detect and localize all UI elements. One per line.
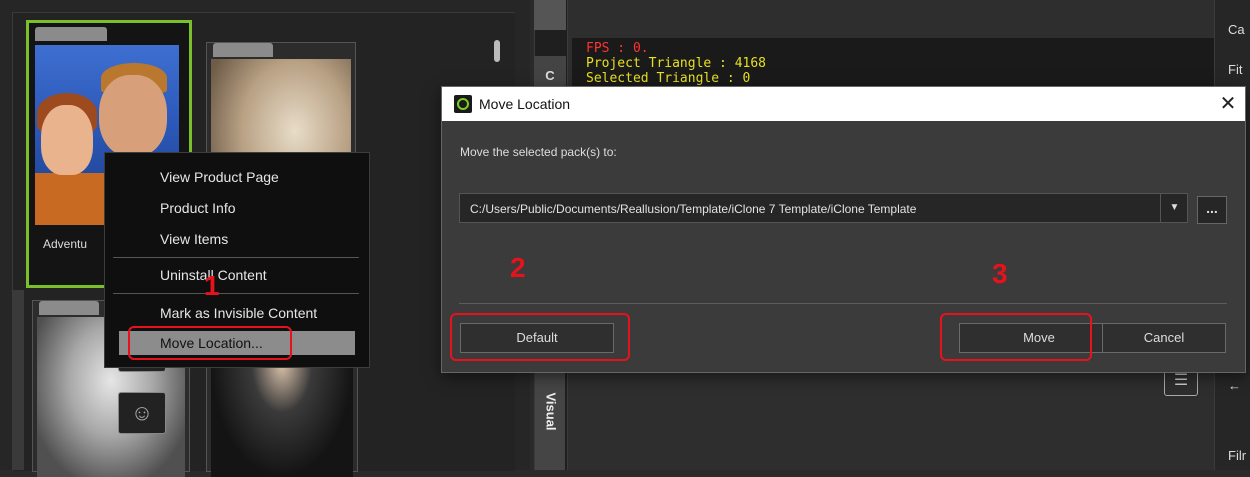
browse-button[interactable]: ... [1197, 196, 1227, 224]
man-face [99, 75, 167, 157]
vertical-tab-visual[interactable]: Visual [535, 364, 565, 470]
menu-item-view-items[interactable]: View Items [160, 231, 228, 247]
menu-item-view-product-page[interactable]: View Product Page [160, 169, 279, 185]
highlight-move-location [128, 326, 292, 360]
selected-triangle-stat: Selected Triangle : 0 [586, 71, 751, 86]
project-triangle-stat: Project Triangle : 4168 [586, 56, 767, 71]
menu-item-product-info[interactable]: Product Info [160, 200, 236, 216]
right-panel-label-filr: Filr [1228, 448, 1247, 463]
dialog-titlebar: Move Location ✕ [442, 87, 1245, 121]
dialog-prompt: Move the selected pack(s) to: [460, 145, 617, 159]
step-number-3: 3 [992, 258, 1008, 289]
menu-item-mark-invisible[interactable]: Mark as Invisible Content [160, 305, 317, 321]
library-left-rail [12, 290, 24, 470]
cancel-button[interactable]: Cancel [1102, 323, 1226, 353]
highlight-default-button [450, 313, 630, 361]
dialog-separator [459, 303, 1227, 304]
card-tab [213, 43, 273, 57]
iclone-logo-icon [454, 95, 472, 113]
menu-separator [113, 293, 359, 294]
girl-face [41, 105, 93, 175]
close-icon[interactable]: ✕ [1215, 91, 1241, 117]
step-number-1: 1 [204, 270, 220, 301]
card-tab [35, 27, 107, 41]
chevron-down-icon[interactable]: ▼ [1160, 194, 1188, 222]
library-scrollbar-thumb[interactable] [494, 40, 500, 62]
head-profile-icon[interactable]: ☺ [118, 392, 166, 434]
card-label: Adventu [43, 237, 88, 251]
right-panel-arrow[interactable]: ← [1228, 378, 1241, 393]
right-panel-label-ca: Ca [1228, 22, 1245, 37]
card-tab [39, 301, 99, 315]
step-number-2: 2 [510, 252, 526, 283]
vertical-tab-visual-label: Visual [543, 392, 559, 431]
highlight-move-button [940, 313, 1092, 361]
location-path-value: C:/Users/Public/Documents/Reallusion/Tem… [470, 202, 917, 216]
vertical-tab-top[interactable] [534, 0, 566, 30]
fps-stat: FPS : 0. [586, 41, 649, 56]
dialog-title: Move Location [479, 96, 571, 112]
right-panel-label-fit: Fit [1228, 62, 1243, 77]
location-path-combobox[interactable]: C:/Users/Public/Documents/Reallusion/Tem… [459, 193, 1188, 223]
menu-separator [113, 257, 359, 258]
